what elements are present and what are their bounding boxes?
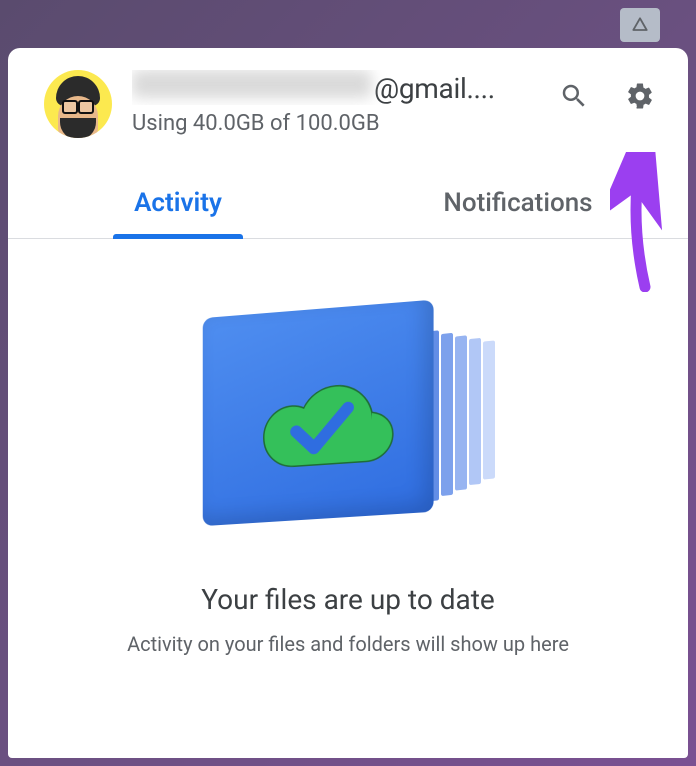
account-email: @gmail....: [132, 70, 536, 105]
search-icon[interactable]: [556, 78, 592, 114]
tab-notifications[interactable]: Notifications: [348, 170, 688, 238]
storage-usage: Using 40.0GB of 100.0GB: [132, 111, 536, 136]
tab-label: Activity: [134, 188, 222, 218]
email-suffix: @gmail....: [374, 72, 495, 105]
drive-popup-window: @gmail.... Using 40.0GB of 100.0GB Activ…: [8, 48, 688, 758]
account-info: @gmail.... Using 40.0GB of 100.0GB: [132, 70, 536, 136]
drive-tray-icon[interactable]: [620, 8, 660, 42]
tab-label: Notifications: [443, 188, 592, 218]
avatar[interactable]: [44, 70, 112, 138]
sync-illustration: [183, 309, 513, 539]
header: @gmail.... Using 40.0GB of 100.0GB: [8, 48, 688, 148]
cloud-check-icon: [225, 347, 410, 480]
tab-activity[interactable]: Activity: [8, 170, 348, 238]
status-subtitle: Activity on your files and folders will …: [127, 632, 569, 656]
empty-state: Your files are up to date Activity on yo…: [8, 239, 688, 758]
status-title: Your files are up to date: [201, 583, 495, 616]
gear-icon[interactable]: [622, 78, 658, 114]
email-redacted-portion: [132, 70, 372, 98]
tabs: Activity Notifications: [8, 170, 688, 239]
